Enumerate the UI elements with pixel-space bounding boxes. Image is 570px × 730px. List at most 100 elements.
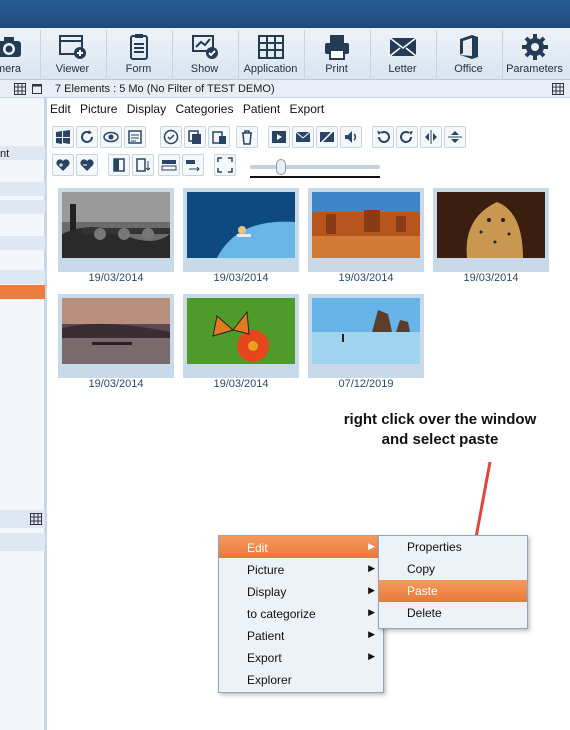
zoom-slider-track[interactable]	[250, 165, 380, 169]
submenu-arrow-icon: ▶	[368, 541, 375, 551]
thumbnail[interactable]: 19/03/2014	[308, 188, 424, 284]
sidebar-row[interactable]	[0, 533, 45, 551]
fullscreen-button[interactable]	[214, 154, 236, 176]
view-button[interactable]	[100, 126, 122, 148]
viewer-button[interactable]: Viewer	[40, 30, 104, 78]
submenu-item-copy[interactable]: Copy	[379, 558, 527, 580]
slideshow-button[interactable]	[268, 126, 290, 148]
context-menu-label: to categorize	[247, 607, 316, 621]
thumbnail-date: 19/03/2014	[463, 272, 519, 284]
windows-button[interactable]	[52, 126, 74, 148]
context-menu-item-edit[interactable]: Edit ▶	[219, 536, 383, 558]
move-down-button[interactable]	[132, 154, 154, 176]
grid-icon[interactable]	[14, 83, 26, 95]
arrow-down-icon	[136, 158, 151, 172]
expand-icon	[217, 157, 233, 173]
sound-button[interactable]	[340, 126, 362, 148]
print-label: Print	[325, 63, 348, 75]
zoom-slider-handle[interactable]	[276, 159, 286, 175]
camera-button[interactable]: mera	[0, 30, 40, 78]
context-menu-label: Export	[247, 651, 282, 665]
lake-sunset-image	[62, 298, 170, 364]
show-button[interactable]: Show	[172, 30, 236, 78]
submenu-item-paste[interactable]: Paste	[379, 580, 527, 602]
check-button[interactable]	[160, 126, 182, 148]
show-label: Show	[190, 63, 219, 75]
thumbnail[interactable]: 19/03/2014	[433, 188, 549, 284]
no-mail-button[interactable]	[316, 126, 338, 148]
context-menu-item-categorize[interactable]: to categorize ▶	[219, 602, 383, 624]
flip-vertical-button[interactable]	[444, 126, 466, 148]
context-menu-item-patient[interactable]: Patient ▶	[219, 624, 383, 646]
refresh-button[interactable]	[76, 126, 98, 148]
application-label: Application	[243, 63, 298, 75]
layout-button[interactable]	[158, 154, 180, 176]
flip-horizontal-icon	[425, 130, 437, 144]
context-menu-item-picture[interactable]: Picture ▶	[219, 558, 383, 580]
status-bar: 7 Elements : 5 Mo (No Filter of TEST DEM…	[0, 80, 570, 98]
grid-icon[interactable]	[30, 513, 42, 525]
desert-buttes-image	[312, 192, 420, 258]
submenu-arrow-icon: ▶	[368, 585, 375, 595]
letter-button[interactable]: Letter	[370, 30, 434, 78]
sidebar-row-selected[interactable]	[0, 285, 45, 299]
context-menu-label: Display	[247, 585, 287, 599]
menu-edit[interactable]: Edit	[50, 102, 71, 116]
sidebar-row[interactable]	[0, 200, 45, 214]
email-button[interactable]	[292, 126, 314, 148]
flip-horizontal-button[interactable]	[420, 126, 442, 148]
add-favorite-button[interactable]	[52, 154, 74, 176]
submenu-item-delete[interactable]: Delete	[379, 602, 527, 624]
context-menu-item-explorer[interactable]: Explorer	[219, 668, 383, 690]
thumbnail[interactable]: 19/03/2014	[58, 188, 174, 284]
thumbnail-date: 19/03/2014	[88, 272, 144, 284]
trash-icon	[242, 130, 252, 145]
submenu-item-properties[interactable]: Properties	[379, 536, 527, 558]
sidebar-row[interactable]	[0, 270, 45, 284]
mail-icon	[295, 131, 311, 142]
butterfly-flower-image	[187, 298, 295, 364]
office-button[interactable]: Office	[436, 30, 500, 78]
paste-button[interactable]	[208, 126, 230, 148]
city-bridge-image	[62, 192, 170, 258]
application-button[interactable]: Application	[238, 30, 302, 78]
rotate-right-button[interactable]	[396, 126, 418, 148]
thumbnail-date: 07/12/2019	[338, 378, 394, 390]
refresh-icon	[81, 130, 93, 143]
thumbnail-date: 19/03/2014	[338, 272, 394, 284]
menu-patient[interactable]: Patient	[243, 102, 280, 116]
context-menu-item-display[interactable]: Display ▶	[219, 580, 383, 602]
thumbnail[interactable]: 19/03/2014	[183, 294, 299, 390]
parameters-button[interactable]: Parameters	[502, 30, 566, 78]
camera-label: mera	[0, 63, 22, 75]
menu-display[interactable]: Display	[127, 102, 166, 116]
remove-favorite-button[interactable]	[76, 154, 98, 176]
properties-button[interactable]	[124, 126, 146, 148]
menu-picture[interactable]: Picture	[80, 102, 117, 116]
compare-button[interactable]	[108, 154, 130, 176]
heart-add-icon	[56, 159, 70, 171]
heart-remove-icon	[80, 159, 94, 171]
move-right-button[interactable]	[182, 154, 204, 176]
context-menu-label: Explorer	[247, 673, 292, 687]
rotate-right-icon	[400, 131, 413, 143]
thumbnail[interactable]: 19/03/2014	[58, 294, 174, 390]
menu-export[interactable]: Export	[290, 102, 325, 116]
copy-button[interactable]	[184, 126, 206, 148]
form-button[interactable]: Form	[106, 30, 170, 78]
context-menu-item-export[interactable]: Export ▶	[219, 646, 383, 668]
play-icon	[272, 131, 286, 143]
thumbnail[interactable]: 19/03/2014	[183, 188, 299, 284]
print-button[interactable]: Print	[304, 30, 368, 78]
grid-icon[interactable]	[552, 83, 564, 95]
delete-button[interactable]	[236, 126, 258, 148]
sidebar-row[interactable]	[0, 236, 45, 250]
sidebar-row[interactable]	[0, 182, 45, 196]
eye-icon	[103, 131, 119, 143]
menu-categories[interactable]: Categories	[175, 102, 233, 116]
viewer-icon	[58, 35, 86, 59]
window-icon[interactable]	[32, 84, 42, 94]
form-label: Form	[125, 63, 152, 75]
thumbnail[interactable]: 07/12/2019	[308, 294, 424, 390]
rotate-left-button[interactable]	[372, 126, 394, 148]
